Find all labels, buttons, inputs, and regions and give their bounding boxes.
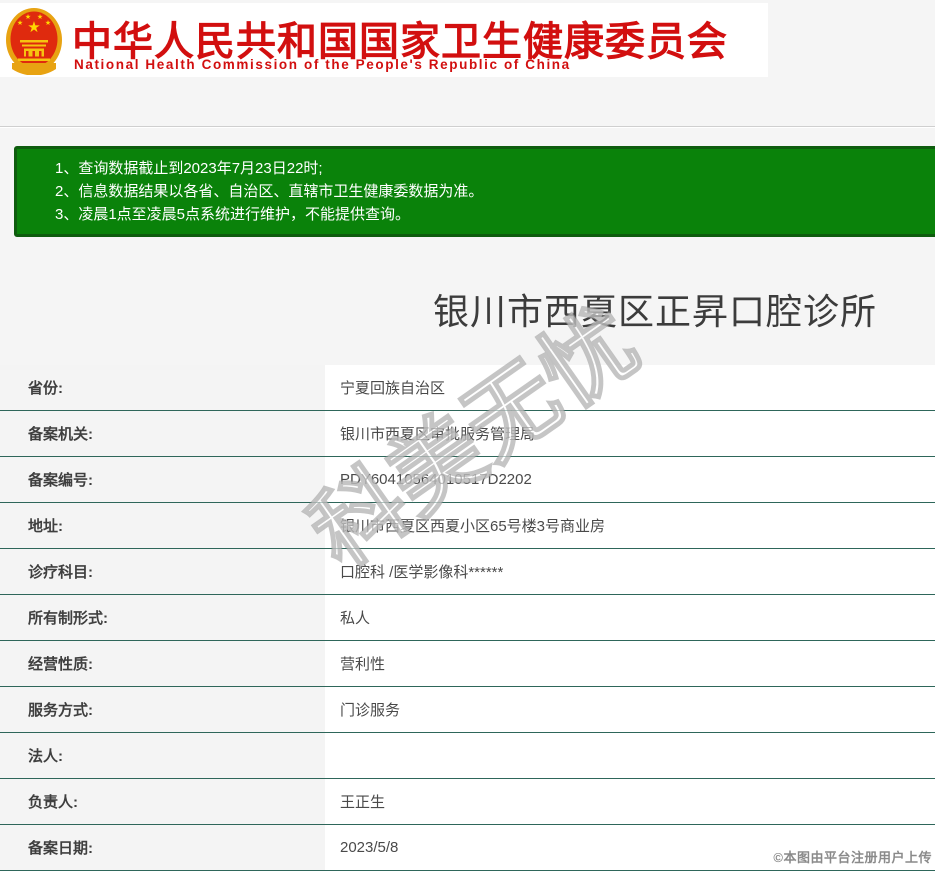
row-label: 服务方式: [0, 687, 325, 732]
notice-line-1: 1、查询数据截止到2023年7月23日22时; [55, 157, 927, 180]
table-row-address: 地址: 银川市西夏区西夏小区65号楼3号商业房 [0, 503, 935, 549]
row-value: PDY60410564010517D2202 [325, 457, 935, 502]
table-row-person-in-charge: 负责人: 王正生 [0, 779, 935, 825]
row-label: 诊疗科目: [0, 549, 325, 594]
row-value: 门诊服务 [325, 687, 935, 732]
table-row-filing-authority: 备案机关: 银川市西夏区审批服务管理局 [0, 411, 935, 457]
row-value [325, 733, 935, 778]
svg-text:★: ★ [17, 19, 23, 27]
record-detail-table: 省份: 宁夏回族自治区 备案机关: 银川市西夏区审批服务管理局 备案编号: PD… [0, 365, 935, 871]
svg-text:★: ★ [27, 19, 40, 36]
header-divider [0, 126, 935, 128]
header-banner: ★ ★ ★ ★ ★ 中华人民共和国国家卫生健康委员会 National Heal… [0, 3, 768, 77]
row-value: 王正生 [325, 779, 935, 824]
table-row-ownership-form: 所有制形式: 私人 [0, 595, 935, 641]
institution-name-title: 银川市西夏区正昇口腔诊所 [330, 283, 935, 335]
row-label: 备案编号: [0, 457, 325, 502]
row-label: 地址: [0, 503, 325, 548]
row-label: 负责人: [0, 779, 325, 824]
row-label: 法人: [0, 733, 325, 778]
row-label: 省份: [0, 365, 325, 410]
query-notice-box: 1、查询数据截止到2023年7月23日22时; 2、信息数据结果以各省、自治区、… [14, 146, 935, 237]
svg-text:★: ★ [25, 13, 31, 21]
svg-text:★: ★ [45, 19, 51, 27]
row-label: 备案机关: [0, 411, 325, 456]
row-value: 银川市西夏区审批服务管理局 [325, 411, 935, 456]
row-value: 私人 [325, 595, 935, 640]
notice-line-2: 2、信息数据结果以各省、自治区、直辖市卫生健康委数据为准。 [55, 180, 927, 203]
svg-text:★: ★ [37, 13, 43, 21]
row-label: 备案日期: [0, 825, 325, 870]
row-value: 口腔科 /医学影像科****** [325, 549, 935, 594]
upload-attribution-note: ©本图由平台注册用户上传 [773, 847, 932, 866]
row-value: 营利性 [325, 641, 935, 686]
table-row-legal-person: 法人: [0, 733, 935, 779]
table-row-service-mode: 服务方式: 门诊服务 [0, 687, 935, 733]
row-value: 宁夏回族自治区 [325, 365, 935, 410]
table-row-province: 省份: 宁夏回族自治区 [0, 365, 935, 411]
row-value: 银川市西夏区西夏小区65号楼3号商业房 [325, 503, 935, 548]
row-label: 所有制形式: [0, 595, 325, 640]
notice-line-3: 3、凌晨1点至凌晨5点系统进行维护，不能提供查询。 [55, 203, 927, 226]
row-label: 经营性质: [0, 641, 325, 686]
table-row-filing-number: 备案编号: PDY60410564010517D2202 [0, 457, 935, 503]
china-national-emblem-icon: ★ ★ ★ ★ ★ [5, 7, 63, 75]
table-row-treatment-subjects: 诊疗科目: 口腔科 /医学影像科****** [0, 549, 935, 595]
site-title-english: National Health Commission of the People… [74, 57, 571, 72]
table-row-business-nature: 经营性质: 营利性 [0, 641, 935, 687]
